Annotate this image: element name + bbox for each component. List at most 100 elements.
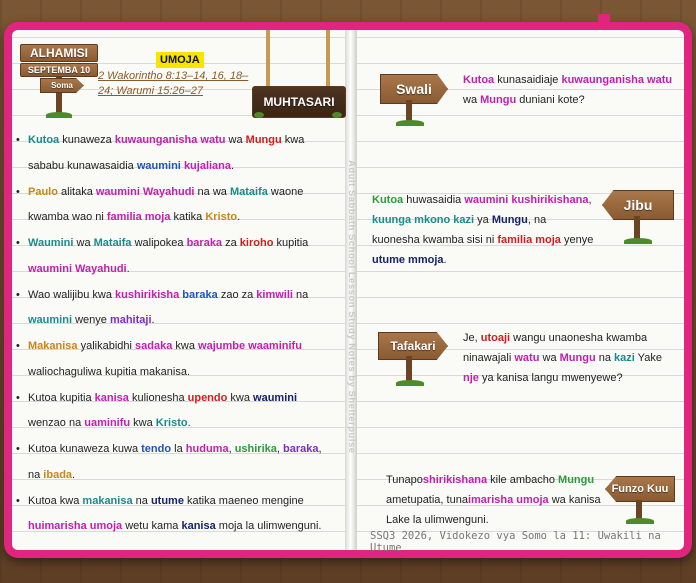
text-segment: . (187, 417, 191, 429)
highlighted-term: makanisa (82, 494, 133, 507)
text-segment: ametupatia, tuna (386, 494, 468, 506)
highlighted-term: nje (463, 372, 479, 384)
highlighted-term: ibada (43, 468, 73, 481)
text-segment: kulionesha (128, 391, 188, 404)
day-label: ALHAMISI (20, 44, 98, 62)
highlighted-term: huduma (185, 443, 229, 455)
highlighted-term: Mataifa (229, 185, 268, 198)
highlighted-term: mahitaji (109, 314, 152, 326)
text-segment: Yake (634, 352, 662, 364)
highlighted-term: waumini (253, 391, 298, 404)
text-segment: Kutoa kunaweza kuwa (28, 443, 142, 455)
scripture-references[interactable]: 2 Wakorintho 8:13–14, 16, 18–24; Warumi … (98, 69, 258, 99)
text-segment: wetu kama (122, 520, 182, 532)
text-segment: . (443, 254, 447, 266)
text-segment: wenzao na (28, 417, 85, 429)
leaf-icon (254, 112, 264, 118)
text-segment: ya kanisa langu mwenyewe? (478, 372, 623, 384)
highlighted-term: kazi (614, 352, 635, 364)
list-item: Waumini wa Mataifa walipokea baraka za k… (16, 231, 328, 282)
answer-text: Kutoa huwasaidia waumini kushirikishana,… (372, 190, 594, 270)
highlighted-term: huimarisha (28, 520, 87, 532)
text-segment: kunasaidiaje (494, 74, 562, 86)
reflection-text: Je, utoaji wangu unaonesha kwamba ninawa… (463, 328, 673, 388)
text-segment: na wa (194, 185, 230, 198)
text-segment: wenye (72, 314, 110, 326)
text-segment: kile ambacho (487, 474, 559, 486)
highlighted-term: wajumbe waaminifu (198, 340, 302, 352)
grass-icon (396, 120, 424, 126)
highlighted-term: Makanisa (28, 340, 78, 352)
text-segment: wa (539, 352, 560, 364)
highlighted-term: uaminifu (84, 417, 131, 429)
highlighted-term: familia moja (497, 234, 561, 246)
date-signpost: ALHAMISI SEPTEMBA 10 Soma (20, 44, 98, 118)
spine-watermark: Adult Sabbath School Lesson Study Notes … (346, 160, 357, 454)
list-item: Kutoa kunaweza kuwaunganisha watu wa Mun… (16, 128, 328, 179)
highlighted-term: Kutoa (28, 134, 60, 146)
highlighted-term: kushirikisha (115, 288, 180, 301)
highlighted-term: kuwaunganisha watu (114, 134, 226, 146)
text-segment: . (72, 468, 76, 481)
highlighted-term: kujaliana (183, 159, 232, 172)
highlighted-term: Mungu (558, 474, 595, 486)
date-label: SEPTEMBA 10 (20, 63, 98, 77)
highlighted-term: Kristo (155, 417, 188, 429)
text-segment: kwa (172, 340, 199, 352)
highlighted-term: sadaka (135, 340, 173, 352)
text-segment: , (588, 194, 592, 206)
text-segment: kwa (130, 417, 156, 429)
grass-icon (396, 380, 424, 386)
text-segment: Wao walijibu kwa (28, 288, 116, 301)
text-segment: Tunapo (386, 474, 423, 486)
highlighted-term: Mungu (491, 214, 528, 226)
text-segment: alitaka (57, 185, 96, 198)
text-segment: katika (170, 211, 206, 223)
highlighted-term: tendo (141, 443, 172, 455)
text-segment: moja la ulimwenguni. (215, 520, 322, 532)
text-segment: kupitia (273, 237, 309, 249)
highlighted-term: Kristo (205, 211, 238, 223)
list-item: Makanisa yalikabidhi sadaka kwa wajumbe … (16, 334, 328, 385)
text-segment: katika maeneo mengine (183, 494, 304, 507)
highlighted-term: Mataifa (93, 237, 132, 249)
highlighted-term: waumini Wayahudi (28, 262, 127, 275)
highlighted-term: Kutoa (372, 194, 404, 206)
list-item: Kutoa kunaweza kuwa tendo la huduma, ush… (16, 437, 328, 488)
summary-hanging-sign: MUHTASARI (252, 30, 346, 126)
text-segment: la (171, 443, 186, 455)
highlighted-term: Mungu (480, 94, 517, 106)
footer-caption: SSQ3 2026, Vidokezo vya Somo la 11: Uwak… (370, 530, 661, 554)
leaf-icon (332, 112, 342, 118)
text-segment: wa (225, 134, 246, 146)
text-segment: . (231, 159, 235, 172)
highlighted-term: familia moja (106, 211, 171, 223)
highlighted-term: baraka (186, 237, 223, 249)
highlighted-term: kimwili (256, 288, 293, 301)
highlighted-term: shirikishana (422, 474, 488, 486)
highlighted-term: kiroho (239, 237, 274, 249)
highlighted-term: waumini Wayahudi (95, 185, 195, 198)
text-segment: na (132, 494, 151, 507)
text-segment: za (222, 237, 240, 249)
text-segment: yalikabidhi (77, 340, 136, 352)
highlighted-term: kuunga mkono kazi (372, 214, 475, 226)
text-segment: duniani kote? (516, 94, 585, 106)
grass-icon (626, 518, 654, 524)
text-segment: na (595, 352, 615, 364)
highlighted-term: baraka (283, 443, 319, 455)
text-segment: Kutoa kwa (28, 494, 83, 507)
list-item: Kutoa kupitia kanisa kulionesha upendo k… (16, 386, 328, 437)
text-segment: ya (474, 214, 492, 226)
highlighted-term: Waumini (28, 237, 74, 249)
text-segment: . (126, 262, 130, 275)
highlighted-term: Paulo (28, 185, 58, 198)
text-segment: Je, (463, 332, 481, 344)
list-item: Wao walijibu kwa kushirikisha baraka zao… (16, 283, 328, 334)
highlighted-term: kuwaunganisha watu (561, 74, 673, 86)
highlighted-term: Mungu (559, 352, 596, 364)
text-segment: na (292, 288, 309, 301)
text-segment: zao za (217, 288, 257, 301)
highlighted-term: waumini (464, 194, 509, 206)
highlighted-term: utoaji (480, 332, 511, 344)
